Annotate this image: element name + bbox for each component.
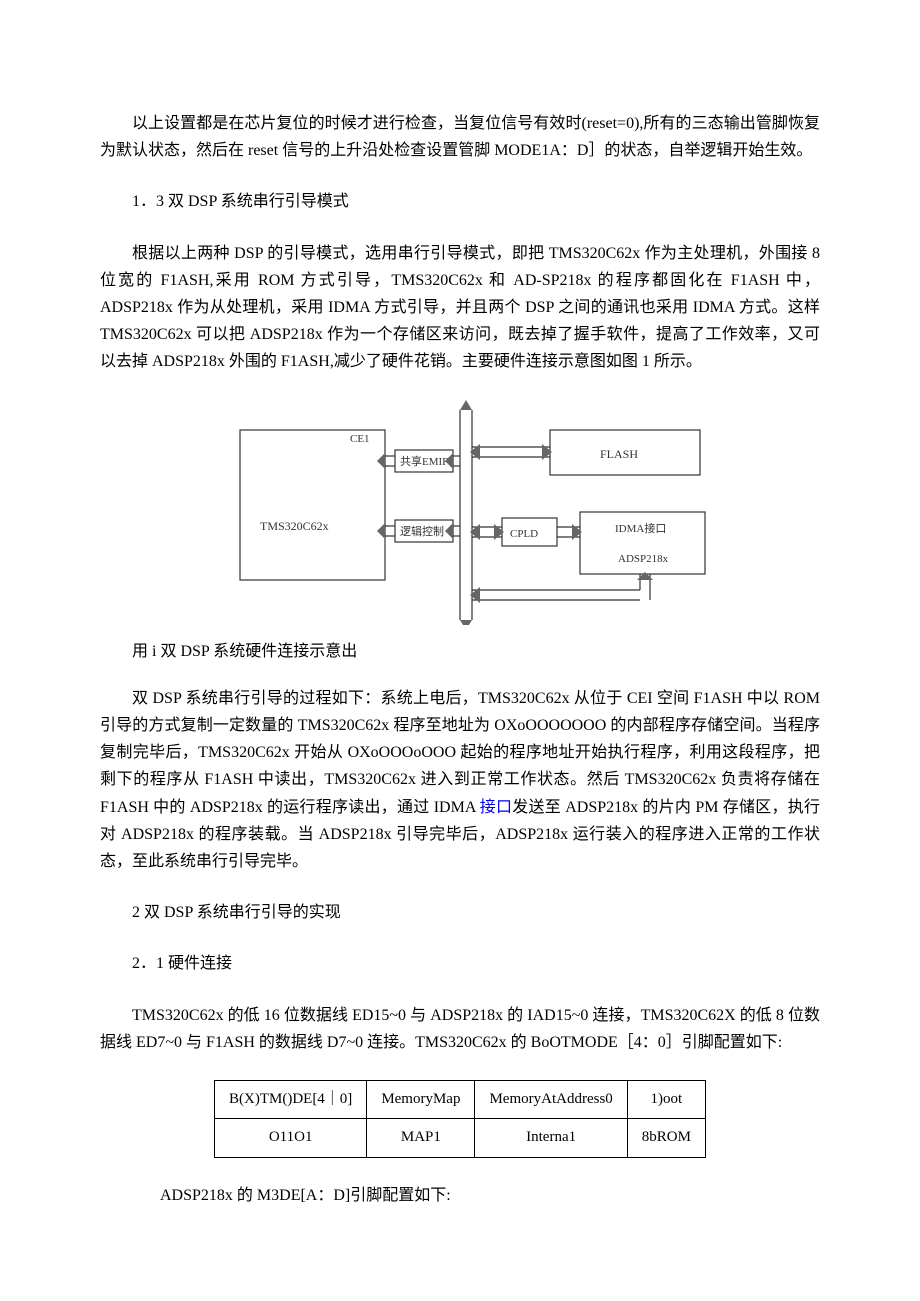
paragraph-reset: 以上设置都是在芯片复位的时候才进行检查，当复位信号有效时(reset=0),所有…: [100, 110, 820, 164]
heading-2: 2 双 DSP 系统串行引导的实现: [100, 899, 820, 926]
table-row: B(X)TM()DE[4｜0] MemoryMap MemoryAtAddres…: [215, 1080, 706, 1119]
table-cell: B(X)TM()DE[4｜0]: [215, 1080, 367, 1119]
heading-2-1: 2．1 硬件连接: [100, 950, 820, 977]
paragraph-hw-connect: TMS320C62x 的低 16 位数据线 ED15~0 与 ADSP218x …: [100, 1002, 820, 1056]
arrow-icon: [470, 572, 653, 603]
table-cell: Interna1: [475, 1119, 627, 1158]
paragraph-boot-process: 双 DSP 系统串行引导的过程如下：系统上电后，TMS320C62x 从位于 C…: [100, 685, 820, 875]
idma-label: IDMA接口: [615, 522, 666, 535]
arrow-icon: [470, 524, 504, 540]
table-cell: O11O1: [215, 1119, 367, 1158]
ce1-label: CE1: [350, 433, 370, 445]
adsp-label: ADSP218x: [618, 553, 669, 565]
diagram-caption: 用 i 双 DSP 系统硬件连接示意出: [100, 638, 820, 665]
hardware-diagram: TMS320C62x CE1 共享EMIF 逻辑控制: [220, 400, 720, 625]
flash-label: FLASH: [600, 447, 638, 461]
bootmode-table: B(X)TM()DE[4｜0] MemoryMap MemoryAtAddres…: [214, 1080, 706, 1158]
table-cell: MemoryMap: [367, 1080, 475, 1119]
share-emif-label: 共享EMIF: [400, 454, 448, 468]
text-segment: 双 DSP 系统串行引导的过程如下：系统上电后，TMS320C62x 从位于 C…: [100, 690, 820, 816]
heading-1-3: 1．3 双 DSP 系统串行引导模式: [100, 188, 820, 215]
table-cell: 1)oot: [627, 1080, 705, 1119]
cpld-label: CPLD: [510, 528, 538, 540]
arrow-icon: [470, 444, 552, 460]
document-page: 以上设置都是在芯片复位的时候才进行检查，当复位信号有效时(reset=0),所有…: [0, 0, 920, 1301]
paragraph-mode-config: ADSP218x 的 M3DE[A：D]引脚配置如下:: [160, 1182, 820, 1209]
interface-link[interactable]: 接口: [480, 799, 513, 816]
logic-ctrl-label: 逻辑控制: [400, 524, 444, 538]
table-cell: MemoryAtAddress0: [475, 1080, 627, 1119]
table-cell: 8bROM: [627, 1119, 705, 1158]
diagram-container: TMS320C62x CE1 共享EMIF 逻辑控制: [220, 400, 820, 634]
table-row: O11O1 MAP1 Interna1 8bROM: [215, 1119, 706, 1158]
paragraph-boot-mode: 根据以上两种 DSP 的引导模式，选用串行引导模式，即把 TMS320C62x …: [100, 240, 820, 376]
tms-label: TMS320C62x: [260, 519, 329, 533]
table-cell: MAP1: [367, 1119, 475, 1158]
arrow-icon: [557, 524, 582, 540]
